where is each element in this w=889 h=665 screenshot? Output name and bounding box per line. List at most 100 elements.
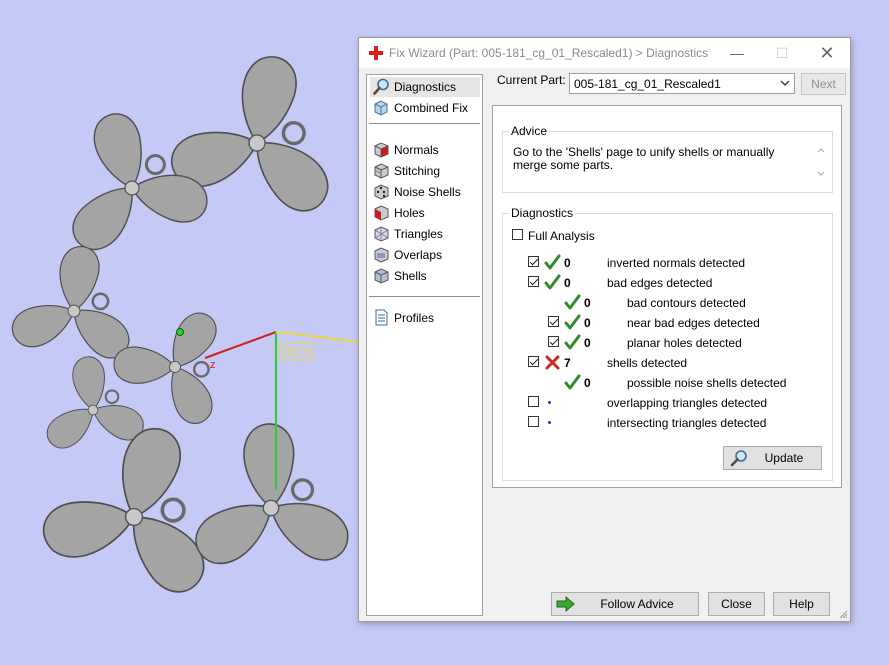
red-x-icon	[545, 355, 560, 370]
holes-cube-icon	[374, 205, 389, 221]
diagnostic-row: 0 planar holes detected	[503, 334, 833, 352]
advice-title: Advice	[509, 124, 550, 138]
sidebar-item-label: Holes	[394, 206, 425, 220]
flower-petal	[113, 346, 176, 384]
title-bar[interactable]: Fix Wizard (Part: 005-181_cg_01_Rescaled…	[359, 38, 850, 68]
advice-scrollbar[interactable]	[814, 144, 828, 180]
diagnostic-row: 0 inverted normals detected	[503, 254, 833, 272]
axis-x-label: z	[210, 359, 216, 371]
wcs-label: WCS	[282, 345, 310, 359]
diagnostic-checkbox[interactable]	[528, 396, 539, 407]
diagnostic-row: 0 possible noise shells detected	[503, 374, 833, 392]
resize-grip-icon[interactable]	[838, 609, 848, 619]
diagnostics-group: Diagnostics Full Analysis 0 inverted norm…	[502, 206, 833, 481]
sidebar-item-stitching[interactable]: Stitching	[370, 161, 480, 181]
sidebar-item-normals[interactable]: Normals	[370, 140, 480, 160]
diagnostic-checkbox[interactable]	[548, 336, 559, 347]
combined-fix-icon	[374, 100, 388, 116]
sidebar-item-label: Diagnostics	[394, 80, 457, 94]
diagnostic-label: overlapping triangles detected	[607, 396, 768, 410]
overlaps-cube-icon	[374, 247, 389, 263]
window-title: Fix Wizard (Part: 005-181_cg_01_Rescaled…	[389, 46, 709, 60]
diagnostic-checkbox[interactable]	[528, 256, 539, 267]
flower-petal	[233, 51, 302, 149]
flower-bail-ring	[290, 478, 315, 502]
sidebar-item-profiles[interactable]: Profiles	[370, 308, 480, 328]
minimize-button[interactable]: —	[714, 38, 760, 68]
sidebar-item-noise-shells[interactable]: Noise Shells	[370, 182, 480, 202]
diagnostic-count: 0	[584, 376, 591, 390]
selection-marker	[176, 328, 184, 336]
green-check-icon	[544, 254, 561, 270]
diagnostic-row: overlapping triangles detected	[503, 394, 833, 412]
flower-models	[3, 51, 361, 604]
diagnostic-count: 0	[564, 256, 571, 270]
wizard-sidebar: Diagnostics Combined Fix Normals Stitchi…	[366, 74, 483, 616]
diagnostic-row: 0 near bad edges detected	[503, 314, 833, 332]
close-window-button[interactable]: ✕	[804, 38, 850, 68]
scroll-down-icon[interactable]	[817, 171, 825, 176]
flower-bail-ring	[281, 121, 306, 146]
diagnostic-count: 0	[584, 296, 591, 310]
red-cross-icon	[369, 46, 383, 60]
magnifier-icon	[730, 450, 747, 467]
help-button[interactable]: Help	[773, 592, 830, 616]
sidebar-item-shells[interactable]: Shells	[370, 266, 480, 286]
diagnostic-label: near bad edges detected	[627, 316, 760, 330]
flower-model[interactable]	[32, 90, 224, 271]
diagnostic-label: possible noise shells detected	[627, 376, 787, 390]
triangles-cube-icon	[374, 226, 389, 242]
next-button[interactable]: Next	[801, 73, 846, 95]
flower-bail-ring	[104, 389, 120, 405]
flower-center	[67, 304, 81, 318]
diagnostic-label: bad edges detected	[607, 276, 713, 290]
green-check-icon	[564, 294, 581, 310]
diagnostic-checkbox[interactable]	[528, 416, 539, 427]
sidebar-item-label: Triangles	[394, 227, 443, 241]
diagnostic-label: shells detected	[607, 356, 688, 370]
green-check-icon	[564, 334, 581, 350]
diagnostic-row: 7 shells detected	[503, 354, 833, 372]
diagnostic-count: 0	[584, 316, 591, 330]
close-button[interactable]: Close	[708, 592, 765, 616]
not-analyzed-dot-icon	[548, 401, 551, 404]
green-check-icon	[544, 274, 561, 290]
update-button[interactable]: Update	[723, 446, 822, 470]
diagnostic-count: 7	[564, 356, 571, 370]
green-check-icon	[564, 374, 581, 390]
sidebar-item-holes[interactable]: Holes	[370, 203, 480, 223]
sidebar-item-combined-fix[interactable]: Combined Fix	[370, 98, 480, 118]
full-analysis-checkbox[interactable]	[512, 229, 523, 240]
diagnostic-label: bad contours detected	[627, 296, 746, 310]
diagnostic-row: 0 bad contours detected	[503, 294, 833, 312]
diagnostic-checkbox[interactable]	[528, 356, 539, 367]
shells-cube-icon	[374, 268, 389, 284]
diagnostic-checkbox[interactable]	[528, 276, 539, 287]
stitching-cube-icon	[374, 163, 389, 179]
scroll-up-icon[interactable]	[817, 148, 825, 153]
sidebar-item-label: Stitching	[394, 164, 441, 178]
advice-text: Go to the 'Shells' page to unify shells …	[513, 145, 775, 172]
current-part-select[interactable]: 005-181_cg_01_Rescaled1	[569, 73, 795, 94]
diagnostics-panel: Advice Go to the 'Shells' page to unify …	[492, 105, 842, 488]
flower-petal	[36, 487, 142, 566]
follow-advice-button[interactable]: Follow Advice	[551, 592, 699, 616]
flower-petal	[240, 421, 300, 511]
sidebar-item-label: Combined Fix	[394, 101, 469, 115]
sidebar-item-triangles[interactable]: Triangles	[370, 224, 480, 244]
diagnostic-label: planar holes detected	[627, 336, 742, 350]
flower-model[interactable]	[178, 417, 361, 581]
sidebar-item-overlaps[interactable]: Overlaps	[370, 245, 480, 265]
sidebar-item-diagnostics[interactable]: Diagnostics	[370, 77, 480, 97]
normals-cube-icon	[374, 142, 389, 158]
sidebar-item-label: Shells	[394, 269, 427, 283]
maximize-button[interactable]: ☐	[759, 38, 805, 68]
sidebar-item-label: Normals	[394, 143, 439, 157]
flower-bail-ring	[91, 292, 110, 311]
full-analysis-row: Full Analysis	[512, 227, 842, 245]
flower-model[interactable]	[3, 241, 144, 368]
diagnostic-row: 0 bad edges detected	[503, 274, 833, 292]
diagnostic-checkbox[interactable]	[548, 316, 559, 327]
flower-petal	[69, 353, 111, 413]
flower-bail-ring	[144, 154, 166, 176]
